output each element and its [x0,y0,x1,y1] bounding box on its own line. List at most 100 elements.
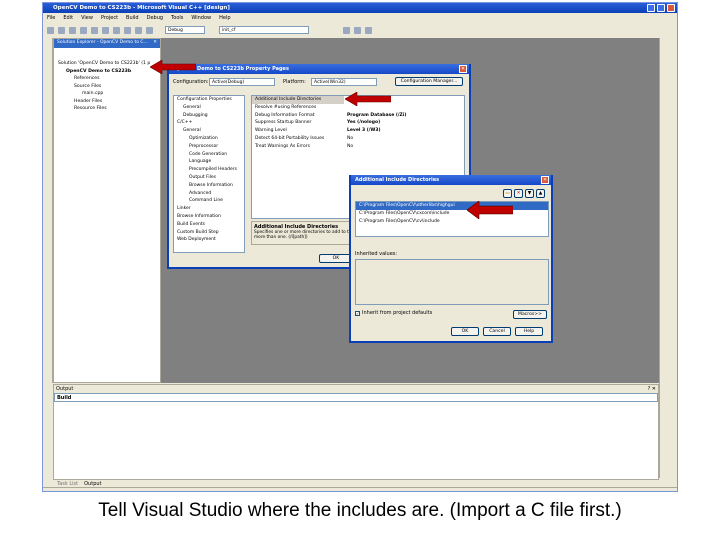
tree-item[interactable]: Optimization [174,135,244,143]
undo-icon[interactable] [135,26,142,34]
menu-build[interactable]: Build [126,15,139,21]
move-down-icon[interactable]: ▼ [525,189,534,198]
menu-edit[interactable]: Edit [63,15,73,21]
include-paths-list[interactable]: C:\Program Files\OpenCV\otherlibs\highgu… [355,201,549,237]
include-path-item[interactable]: C:\Program Files\OpenCV\cv\include [356,218,548,226]
server-explorer-tab[interactable] [43,38,53,383]
cancel-button[interactable]: Cancel [483,327,511,336]
tree-item[interactable]: Code Generation [174,151,244,159]
tree-solution[interactable]: Solution 'OpenCV Demo to CS223b' (1 p [54,60,160,68]
tree-item[interactable]: Linker [174,205,244,213]
property-row[interactable]: Treat Warnings As Errors No [252,142,464,151]
output-title: Output [56,386,74,392]
menu-view[interactable]: View [81,15,93,21]
tree-resource-files[interactable]: Resource Files [54,105,160,113]
property-pages-titlebar: OpenCV Demo to CS223b Property Pages ✕ [169,64,469,74]
property-row[interactable]: Detect 64-bit Portability Issues No [252,134,464,143]
open-icon[interactable] [69,26,76,34]
tree-header-files[interactable]: Header Files [54,98,160,106]
help-button[interactable]: Help [515,327,543,336]
tree-item[interactable]: Output Files [174,174,244,182]
inherited-values-list [355,259,549,305]
tree-item[interactable]: Advanced [174,190,244,198]
properties-icon[interactable] [354,26,361,34]
menu-file[interactable]: File [47,15,55,21]
menu-debug[interactable]: Debug [147,15,163,21]
property-row[interactable]: Suppress Startup Banner Yes (/nologo) [252,119,464,128]
tree-item[interactable]: General [174,104,244,112]
inherit-checkbox[interactable]: ✓ [355,310,360,316]
tree-item[interactable]: C/C++ [174,119,244,127]
tree-item[interactable]: Web Deployment [174,236,244,244]
red-arrow-icon [467,201,513,219]
tree-item[interactable]: Browse Information [174,182,244,190]
include-path-item[interactable]: C:\Program Files\OpenCV\cxcore\include [356,210,548,218]
close-icon[interactable]: ✕ [541,176,549,184]
tree-item[interactable]: Custom Build Step [174,229,244,237]
tree-references[interactable]: References [54,75,160,83]
ok-button[interactable]: OK [319,254,353,263]
save-all-icon[interactable] [91,26,98,34]
configuration-select[interactable]: Active(Debug) [209,78,275,86]
maximize-button[interactable] [657,4,665,12]
delete-icon[interactable]: ✕ [514,189,523,198]
close-icon[interactable]: ? ✕ [648,386,656,392]
tree-item[interactable]: Debugging [174,112,244,120]
toolbox-icon[interactable] [365,26,372,34]
platform-label: Platform: [283,79,306,85]
property-name: Debug Information Format [252,111,344,120]
find-combo[interactable]: init_cf [219,26,309,34]
tree-main-cpp[interactable]: main.cpp [54,90,160,98]
tree-item[interactable]: General [174,127,244,135]
solution-explorer-icon[interactable] [343,26,350,34]
additional-include-directories-dialog: Additional Include Directories ✕ ▭ ✕ ▼ ▲ … [349,175,553,343]
close-icon[interactable]: ✕ [153,40,157,47]
property-row[interactable]: Warning Level Level 3 (/W3) [252,127,464,135]
configuration-manager-button[interactable]: Configuration Manager... [395,77,463,86]
platform-select[interactable]: Active(Win32) [311,78,377,86]
tree-project[interactable]: OpenCV Demo to CS223b [54,68,160,76]
property-tree[interactable]: Configuration Properties General Debugging… [173,95,245,253]
close-button[interactable] [667,4,675,12]
new-folder-icon[interactable]: ▭ [503,189,512,198]
menu-window[interactable]: Window [191,15,211,21]
cut-icon[interactable] [102,26,109,34]
slide-caption: Tell Visual Studio where the includes ar… [98,500,622,521]
menu-help[interactable]: Help [219,15,230,21]
menu-tools[interactable]: Tools [171,15,183,21]
list-toolbar: ▭ ✕ ▼ ▲ [503,189,545,198]
tree-item[interactable]: Command Line [174,197,244,205]
config-combo[interactable]: Debug [165,26,205,34]
tree-item[interactable]: Language [174,158,244,166]
redo-icon[interactable] [146,26,153,34]
include-dialog-titlebar: Additional Include Directories ✕ [351,175,551,185]
move-up-icon[interactable]: ▲ [536,189,545,198]
output-panel: Output ? ✕ Build [53,384,659,480]
tree-item[interactable]: Precompiled Headers [174,166,244,174]
paste-icon[interactable] [124,26,131,34]
output-source-combo[interactable]: Build [54,393,658,402]
property-value: Program Database (/Zi) [347,112,407,118]
property-row[interactable]: Debug Information Format Program Database… [252,111,464,120]
menu-project[interactable]: Project [101,15,118,21]
tree-source-files[interactable]: Source Files [54,83,160,91]
dialog-title: Additional Include Directories [355,177,440,183]
include-path-item[interactable]: C:\Program Files\OpenCV\otherlibs\highgu… [356,202,548,210]
copy-icon[interactable] [113,26,120,34]
title-bar: OpenCV Demo to CS223b - Microsoft Visual… [43,3,677,13]
ok-button[interactable]: OK [451,327,479,336]
tree-item[interactable]: Browse Information [174,213,244,221]
panel-title: Solution Explorer - OpenCV Demo to C... [57,40,148,45]
tree-item[interactable]: Configuration Properties [174,96,244,104]
menu-bar: File Edit View Project Build Debug Tools… [43,13,677,23]
add-item-icon[interactable] [58,26,65,34]
minimize-button[interactable] [647,4,655,12]
macros-button[interactable]: Macros>> [513,310,547,319]
tree-item[interactable]: Preprocessor [174,143,244,151]
new-project-icon[interactable] [47,26,54,34]
property-value: No [347,135,354,141]
tree-item[interactable]: Build Events [174,221,244,229]
save-icon[interactable] [80,26,87,34]
close-icon[interactable]: ✕ [459,65,467,73]
inherit-checkbox-row[interactable]: ✓ Inherit from project defaults [355,310,432,316]
